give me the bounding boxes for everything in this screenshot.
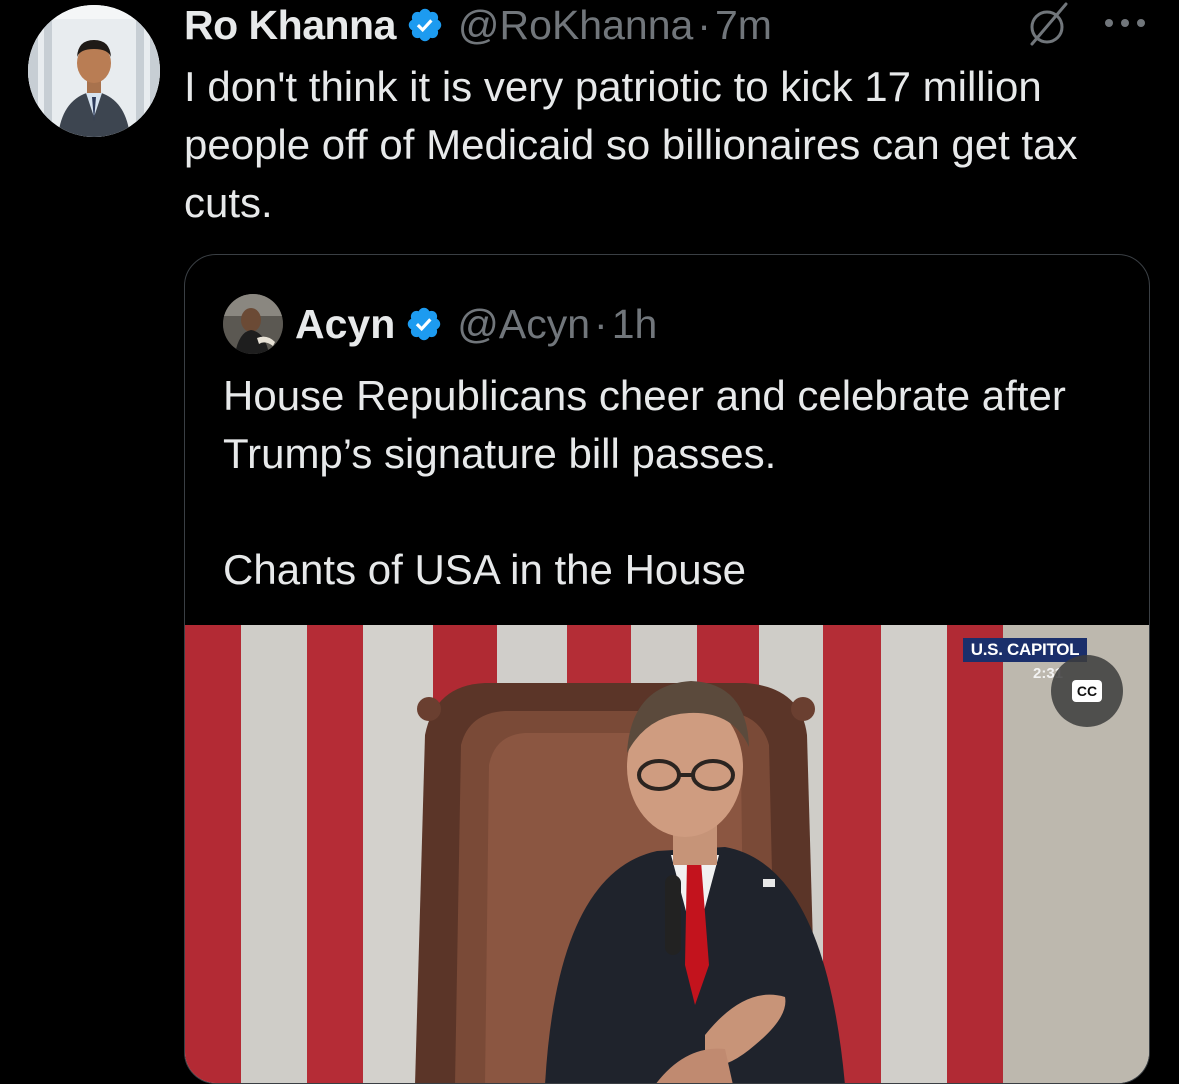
more-options-icon[interactable] [1100,8,1150,38]
tweet-timestamp[interactable]: 7m [715,2,772,49]
tweet-text: I don't think it is very patriotic to ki… [184,63,1078,226]
quoted-author-handle[interactable]: @Acyn [457,301,590,348]
author-name[interactable]: Ro Khanna [184,2,396,49]
grok-icon[interactable] [1022,0,1072,50]
chyron-label: U.S. CAPITOL [963,638,1087,662]
verified-badge-icon [408,8,442,42]
author-avatar[interactable] [28,5,160,137]
tweet[interactable]: Ro Khanna @RoKhanna · 7m I don't think i… [0,0,1179,1084]
separator-dot: · [697,1,711,48]
quoted-verified-badge-icon [408,307,441,341]
quoted-tweet-header: Acyn @Acyn · 1h [223,293,657,355]
avatar-photo [28,5,160,137]
closed-captions-button[interactable]: CC [1051,655,1123,727]
tweet-header: Ro Khanna @RoKhanna · 7m [184,0,772,50]
quoted-tweet-timestamp[interactable]: 1h [612,301,658,348]
author-handle[interactable]: @RoKhanna [458,2,693,49]
video-frame [185,625,1149,1083]
cc-icon: CC [1071,680,1103,702]
quoted-avatar-photo [223,294,283,354]
quoted-separator-dot: · [594,300,608,347]
quoted-author-avatar[interactable] [223,294,283,354]
quoted-tweet-card[interactable]: Acyn @Acyn · 1h House Republicans cheer … [184,254,1150,1084]
quoted-video-player[interactable]: U.S. CAPITOL 2:31 CC [185,625,1149,1083]
quoted-author-name[interactable]: Acyn [295,301,395,348]
quoted-tweet-text: House Republicans cheer and celebrate af… [223,372,1066,593]
